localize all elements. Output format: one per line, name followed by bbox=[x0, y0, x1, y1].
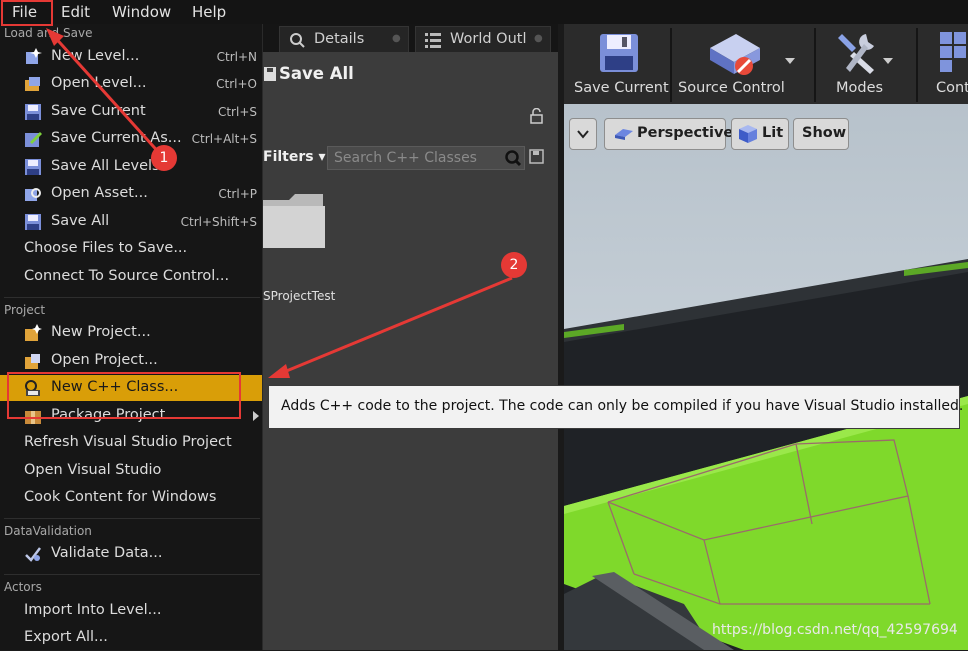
annotation-badge-2: 2 bbox=[501, 252, 527, 278]
annotation-badge-1: 1 bbox=[151, 145, 177, 171]
annotation-arrows bbox=[46, 28, 513, 378]
watermark: https://blog.csdn.net/qq_42597694 bbox=[712, 622, 958, 638]
